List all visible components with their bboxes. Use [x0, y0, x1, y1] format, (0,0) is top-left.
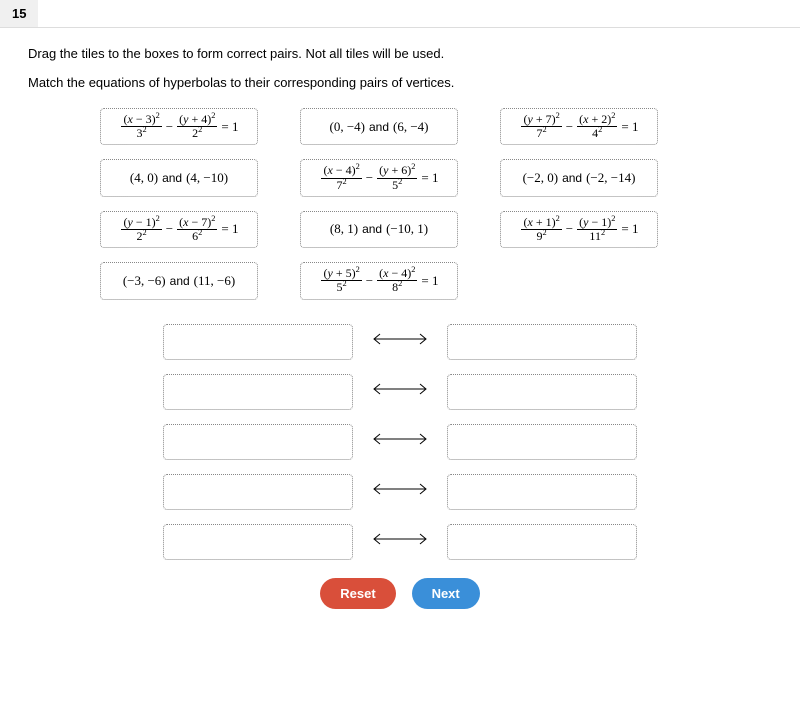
double-arrow-icon	[365, 482, 435, 501]
question-header: 15	[0, 0, 800, 28]
tile-vertex-pair[interactable]: (8, 1)and(−10, 1)	[300, 211, 458, 248]
tile-equation[interactable]: (x − 4)272 − (y + 6)252 = 1	[300, 159, 458, 196]
dropzone-right[interactable]	[447, 424, 637, 460]
tile-vertex-pair[interactable]: (0, −4)and(6, −4)	[300, 108, 458, 145]
double-arrow-icon	[365, 332, 435, 351]
tile-vertex-pair[interactable]: (−2, 0)and(−2, −14)	[500, 159, 658, 196]
dropzone-right[interactable]	[447, 324, 637, 360]
tile-vertex-pair[interactable]: (−3, −6)and(11, −6)	[100, 262, 258, 299]
match-row	[140, 524, 660, 560]
tile-equation[interactable]: (y − 1)222 − (x − 7)262 = 1	[100, 211, 258, 248]
match-row	[140, 424, 660, 460]
tile-equation[interactable]: (y + 5)252 − (x − 4)282 = 1	[300, 262, 458, 299]
reset-button[interactable]: Reset	[320, 578, 395, 609]
tile-vertex-pair[interactable]: (4, 0)and(4, −10)	[100, 159, 258, 196]
dropzone-left[interactable]	[163, 324, 353, 360]
instruction-1: Drag the tiles to the boxes to form corr…	[28, 46, 772, 61]
dropzone-right[interactable]	[447, 474, 637, 510]
next-button[interactable]: Next	[412, 578, 480, 609]
tile-equation[interactable]: (x − 3)232 − (y + 4)222 = 1	[100, 108, 258, 145]
dropzone-right[interactable]	[447, 524, 637, 560]
dropzone-left[interactable]	[163, 524, 353, 560]
tile-equation[interactable]: (x + 1)292 − (y − 1)2112 = 1	[500, 211, 658, 248]
match-row	[140, 324, 660, 360]
dropzone-left[interactable]	[163, 474, 353, 510]
tile-equation[interactable]: (y + 7)272 − (x + 2)242 = 1	[500, 108, 658, 145]
dropzone-left[interactable]	[163, 374, 353, 410]
dropzone-left[interactable]	[163, 424, 353, 460]
dropzone-right[interactable]	[447, 374, 637, 410]
double-arrow-icon	[365, 532, 435, 551]
match-row	[140, 474, 660, 510]
instruction-2: Match the equations of hyperbolas to the…	[28, 75, 772, 90]
match-area	[140, 324, 660, 560]
double-arrow-icon	[365, 432, 435, 451]
match-row	[140, 374, 660, 410]
question-number: 15	[0, 0, 38, 27]
double-arrow-icon	[365, 382, 435, 401]
button-row: Reset Next	[28, 578, 772, 609]
tiles-area: (x − 3)232 − (y + 4)222 = 1 (0, −4)and(6…	[100, 108, 700, 300]
